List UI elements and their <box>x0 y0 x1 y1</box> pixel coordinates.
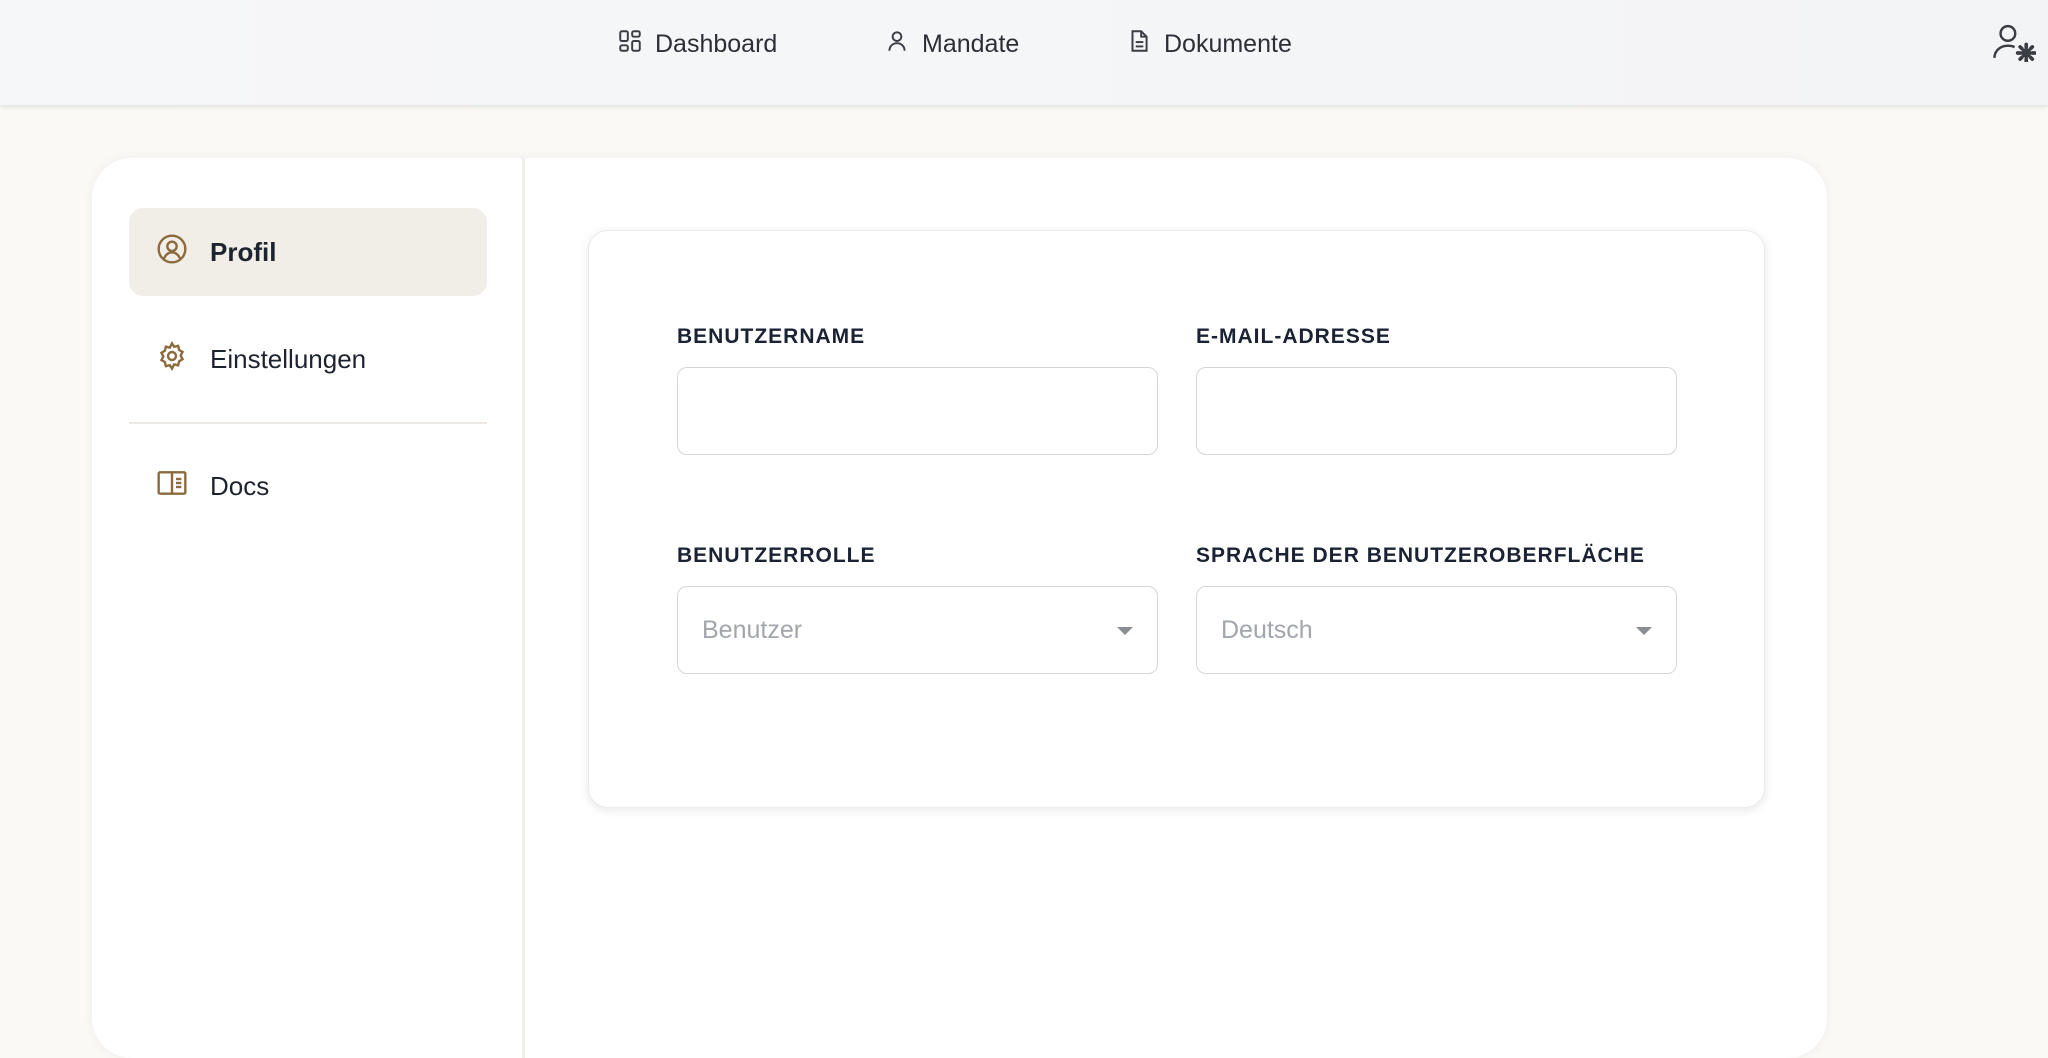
sidebar: Profil Einstellungen Docs <box>92 158 525 1058</box>
top-navigation-bar: Dashboard Mandate Dokumente <box>0 0 2048 106</box>
book-icon <box>156 467 188 506</box>
sidebar-divider <box>129 422 487 424</box>
profile-form-card: BENUTZERNAME E-MAIL-ADRESSE BENUTZERROLL… <box>588 230 1765 808</box>
email-input[interactable] <box>1196 367 1677 455</box>
sidebar-item-profil[interactable]: Profil <box>129 208 487 296</box>
sidebar-item-docs[interactable]: Docs <box>129 442 487 530</box>
nav-item-label: Mandate <box>922 29 1020 58</box>
ui-language-selected-value: Deutsch <box>1221 615 1313 644</box>
ui-language-label: SPRACHE DER BENUTZEROBERFLÄCHE <box>1196 544 1645 567</box>
sidebar-item-label: Profil <box>210 236 277 267</box>
account-settings-button[interactable] <box>1990 22 2038 66</box>
nav-item-label: Dashboard <box>655 29 778 58</box>
gear-icon <box>156 340 188 379</box>
document-icon <box>1126 28 1152 61</box>
nav-item-dokumente[interactable]: Dokumente <box>1126 22 1292 66</box>
chevron-down-icon <box>1117 627 1133 635</box>
sidebar-item-label: Einstellungen <box>210 343 367 374</box>
nav-item-label: Dokumente <box>1164 29 1292 58</box>
email-label: E-MAIL-ADRESSE <box>1196 325 1391 348</box>
user-role-label: BENUTZERROLLE <box>677 544 876 567</box>
username-label: BENUTZERNAME <box>677 325 866 348</box>
user-settings-icon <box>1992 22 2037 67</box>
user-role-select[interactable]: Benutzer <box>677 586 1158 674</box>
settings-panel: Profil Einstellungen Docs BENUTZERNAME E… <box>92 158 1827 1058</box>
username-input[interactable] <box>677 367 1158 455</box>
sidebar-item-einstellungen[interactable]: Einstellungen <box>129 315 487 403</box>
nav-item-dashboard[interactable]: Dashboard <box>617 22 777 66</box>
user-icon <box>884 28 910 61</box>
sidebar-item-label: Docs <box>210 470 270 501</box>
user-circle-icon <box>156 233 188 272</box>
ui-language-select[interactable]: Deutsch <box>1196 586 1677 674</box>
user-role-selected-value: Benutzer <box>702 615 803 644</box>
chevron-down-icon <box>1636 627 1652 635</box>
nav-item-mandate[interactable]: Mandate <box>884 22 1019 66</box>
dashboard-grid-icon <box>617 28 643 61</box>
